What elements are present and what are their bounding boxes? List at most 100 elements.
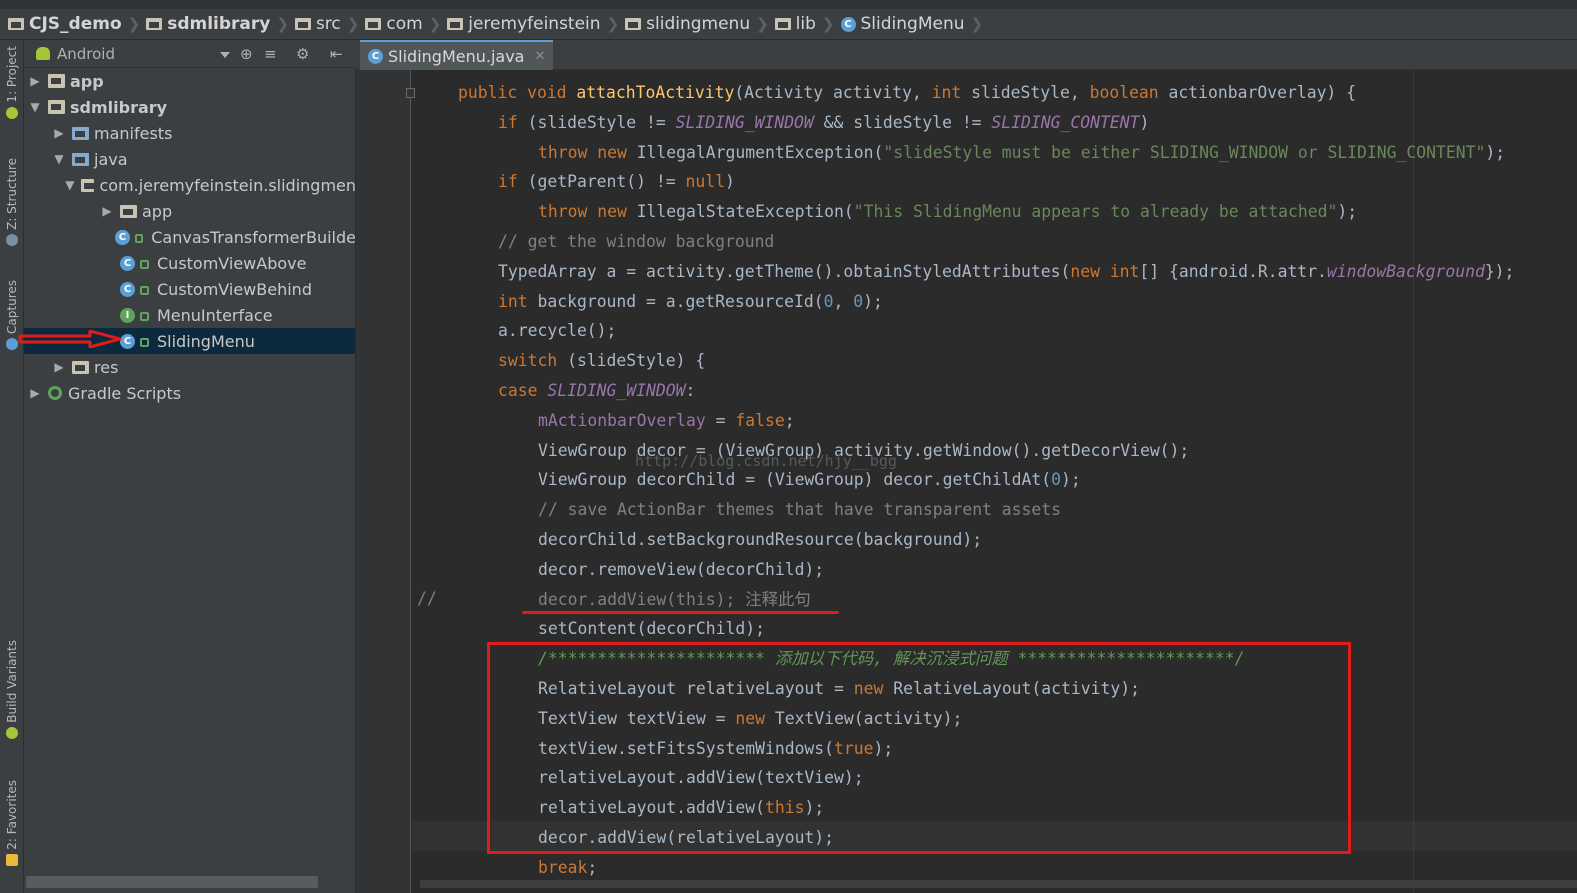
breadcrumb-item-com[interactable]: com ❯ bbox=[365, 14, 447, 34]
editor-horizontal-scrollbar[interactable] bbox=[420, 880, 1577, 888]
package-icon bbox=[81, 178, 95, 192]
watermark: http://blog.csdn.net/hjy__bgg bbox=[635, 452, 897, 470]
code-token: SLIDING_WINDOW bbox=[675, 112, 814, 132]
breadcrumb-item-src[interactable]: src ❯ bbox=[294, 14, 365, 34]
code-token: ); bbox=[863, 291, 883, 311]
expand-arrow-icon[interactable]: ▶ bbox=[28, 74, 42, 88]
tab-build-variants-label: Build Variants bbox=[5, 640, 19, 723]
horizontal-scrollbar[interactable] bbox=[26, 876, 318, 888]
collapse-all-icon[interactable]: ≡ bbox=[264, 46, 277, 62]
code-token: decor.removeView(decorChild); bbox=[538, 559, 825, 579]
code-token: IllegalStateException( bbox=[636, 202, 854, 222]
code-token: TypedArray a = activity.getTheme().obtai… bbox=[498, 261, 1071, 281]
code-line: int background = a.getResourceId(0, 0); bbox=[498, 287, 883, 317]
code-token: 0 bbox=[1051, 470, 1062, 490]
expand-arrow-icon[interactable]: ▶ bbox=[52, 126, 66, 140]
code-line: // save ActionBar themes that have trans… bbox=[538, 495, 1061, 525]
code-token: decor.addView(this); 注释此句 bbox=[538, 589, 811, 609]
module-folder-icon bbox=[48, 100, 65, 114]
folder-icon bbox=[72, 126, 89, 140]
close-icon[interactable]: ✕ bbox=[534, 49, 545, 64]
collapse-arrow-icon[interactable]: ▼ bbox=[52, 152, 66, 166]
expand-arrow-icon[interactable]: ▶ bbox=[100, 204, 114, 218]
lock-icon bbox=[140, 285, 149, 295]
tab-sliding-menu-java[interactable]: C SlidingMenu.java ✕ bbox=[360, 40, 554, 70]
fold-icon[interactable] bbox=[406, 88, 415, 98]
code-line: if (getParent() != null) bbox=[498, 167, 735, 197]
code-token: ; bbox=[587, 857, 598, 877]
camera-icon bbox=[6, 337, 18, 350]
code-token: = bbox=[705, 410, 736, 430]
view-selector[interactable]: Android bbox=[57, 45, 115, 63]
structure-icon bbox=[6, 233, 18, 246]
tree-item-label: SlidingMenu bbox=[157, 331, 255, 351]
folder-icon bbox=[447, 18, 464, 30]
breadcrumb-item-class[interactable]: C SlidingMenu ❯ bbox=[840, 14, 990, 34]
code-line: if (slideStyle != SLIDING_WINDOW && slid… bbox=[498, 108, 1149, 138]
code-token: // save ActionBar themes that have trans… bbox=[538, 500, 1062, 520]
editor-tab-bar: C SlidingMenu.java ✕ bbox=[356, 40, 1577, 70]
code-token: if bbox=[498, 112, 528, 132]
breadcrumb-item-jeremyfeinstein[interactable]: jeremyfeinstein ❯ bbox=[447, 14, 625, 34]
breadcrumb-item-slidingmenu[interactable]: slidingmenu ❯ bbox=[625, 14, 775, 34]
class-icon: C bbox=[840, 16, 856, 32]
code-token: "slideStyle must be either SLIDING_WINDO… bbox=[883, 142, 1486, 162]
code-token: ); bbox=[1485, 142, 1506, 162]
tree-item-label: CanvasTransformerBuilde bbox=[151, 227, 356, 247]
lock-icon bbox=[134, 233, 144, 243]
code-line: // get the window background bbox=[498, 227, 774, 257]
tree-item-class[interactable]: C CustomViewBehind bbox=[24, 276, 355, 302]
hide-panel-icon[interactable]: ⇤ bbox=[330, 46, 343, 62]
code-token: ; bbox=[784, 410, 795, 430]
tree-item-class[interactable]: C CustomViewAbove bbox=[24, 250, 355, 276]
tree-item-app-package[interactable]: ▶ app bbox=[24, 198, 355, 224]
breadcrumb-item-lib[interactable]: lib ❯ bbox=[774, 14, 841, 34]
tab-build-variants[interactable]: Build Variants bbox=[0, 640, 24, 739]
code-token: ViewGroup decorChild = (ViewGroup) decor… bbox=[538, 470, 1052, 490]
code-token: false bbox=[735, 410, 785, 430]
breadcrumb-item-project[interactable]: CJS_demo ❯ bbox=[8, 14, 146, 34]
dropdown-arrow-icon[interactable] bbox=[220, 52, 230, 58]
code-token: SLIDING_WINDOW bbox=[547, 381, 686, 400]
tree-item-app[interactable]: ▶ app bbox=[24, 68, 355, 94]
tree-item-interface[interactable]: I MenuInterface bbox=[24, 302, 355, 328]
line-comment-marker: // bbox=[417, 589, 437, 608]
code-token: attachToActivity bbox=[576, 83, 735, 102]
gradle-icon bbox=[48, 386, 62, 400]
expand-arrow-icon[interactable]: ▶ bbox=[52, 360, 66, 374]
tree-item-java[interactable]: ▼ java bbox=[24, 146, 355, 172]
tree-item-res[interactable]: ▶ res bbox=[24, 354, 355, 380]
tab-structure[interactable]: Z: Structure bbox=[0, 158, 24, 246]
resources-folder-icon bbox=[72, 360, 89, 374]
breadcrumb-item-module[interactable]: sdmlibrary ❯ bbox=[146, 14, 295, 34]
code-token: "This SlidingMenu appears to already be … bbox=[853, 202, 1338, 222]
collapse-arrow-icon[interactable]: ▼ bbox=[64, 178, 75, 192]
tab-project-label: 1: Project bbox=[5, 46, 19, 103]
locate-icon[interactable]: ⊕ bbox=[240, 46, 253, 62]
tree-item-gradle-scripts[interactable]: ▶ Gradle Scripts bbox=[24, 380, 355, 406]
expand-arrow-icon[interactable]: ▶ bbox=[28, 386, 42, 400]
collapse-arrow-icon[interactable]: ▼ bbox=[28, 100, 42, 114]
folder-icon bbox=[294, 18, 311, 30]
tree-item-package[interactable]: ▼ com.jeremyfeinstein.slidingmen bbox=[24, 172, 355, 198]
code-token: background = a.getResourceId( bbox=[537, 291, 824, 311]
tree-item-manifests[interactable]: ▶ manifests bbox=[24, 120, 355, 146]
class-icon: C bbox=[120, 281, 135, 297]
code-line: a.recycle(); bbox=[498, 316, 616, 346]
tree-item-label: app bbox=[70, 71, 104, 91]
chevron-right-icon: ❯ bbox=[428, 15, 442, 33]
star-icon bbox=[6, 853, 18, 866]
folder-icon bbox=[8, 18, 24, 30]
folder-icon bbox=[146, 18, 163, 30]
code-line: break; bbox=[538, 853, 597, 883]
breadcrumb-label: src bbox=[315, 14, 341, 34]
tab-project[interactable]: 1: Project bbox=[0, 46, 24, 119]
tree-item-sdmlibrary[interactable]: ▼ sdmlibrary bbox=[24, 94, 355, 120]
class-icon: C bbox=[120, 333, 135, 349]
gear-icon[interactable]: ⚙ bbox=[296, 46, 309, 62]
code-token: [] {android.R.attr. bbox=[1139, 261, 1327, 281]
tab-favorites[interactable]: 2: Favorites bbox=[0, 780, 24, 866]
code-line: mActionbarOverlay = false; bbox=[538, 406, 795, 436]
toolbar-strip bbox=[0, 0, 1577, 9]
tree-item-class[interactable]: C CanvasTransformerBuilde bbox=[24, 224, 356, 250]
